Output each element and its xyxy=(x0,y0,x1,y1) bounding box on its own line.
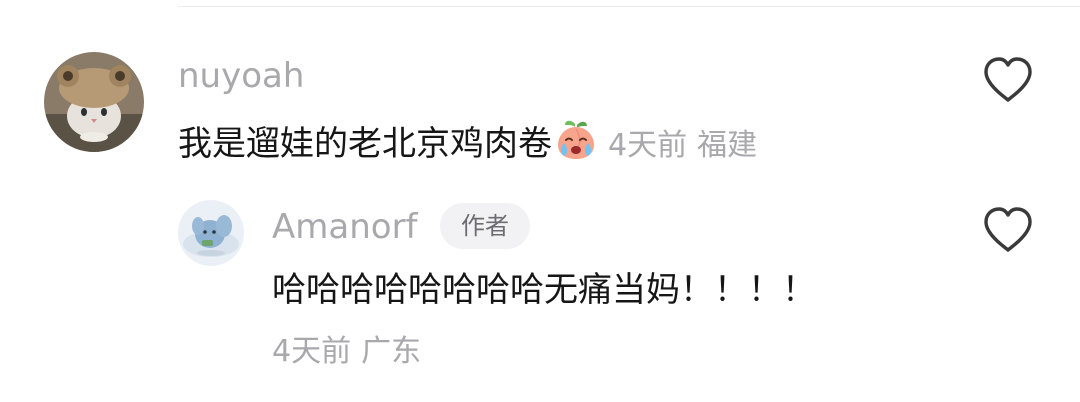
top-divider xyxy=(178,6,1080,7)
heart-outline-icon xyxy=(984,207,1032,252)
comment-text: 我是遛娃的老北京鸡肉卷 xyxy=(178,124,552,164)
crying-peach-emoji-icon xyxy=(554,117,598,178)
comment-location: 福建 xyxy=(697,128,758,163)
reply-meta: 4天前 广东 xyxy=(272,332,421,376)
reply-location: 广东 xyxy=(361,334,422,369)
comment-time: 4天前 xyxy=(608,128,688,163)
heart-outline-icon xyxy=(984,57,1032,102)
plush-doll-avatar-icon xyxy=(178,200,244,266)
commenter-username[interactable]: nuyoah xyxy=(178,56,304,96)
reply-time: 4天前 xyxy=(272,334,352,369)
author-badge: 作者 xyxy=(440,203,530,249)
replier-avatar[interactable] xyxy=(178,200,244,266)
like-button[interactable] xyxy=(982,56,1034,104)
reply-text: 哈哈哈哈哈哈哈哈无痛当妈！！！！ xyxy=(272,270,816,310)
comment-body: 我是遛娃的老北京鸡肉卷 4天前 福建 xyxy=(178,117,757,178)
replier-username[interactable]: Amanorf xyxy=(272,207,418,247)
reply-like-button[interactable] xyxy=(982,206,1034,254)
commenter-avatar[interactable] xyxy=(44,52,144,152)
cat-avatar-icon xyxy=(44,52,144,152)
